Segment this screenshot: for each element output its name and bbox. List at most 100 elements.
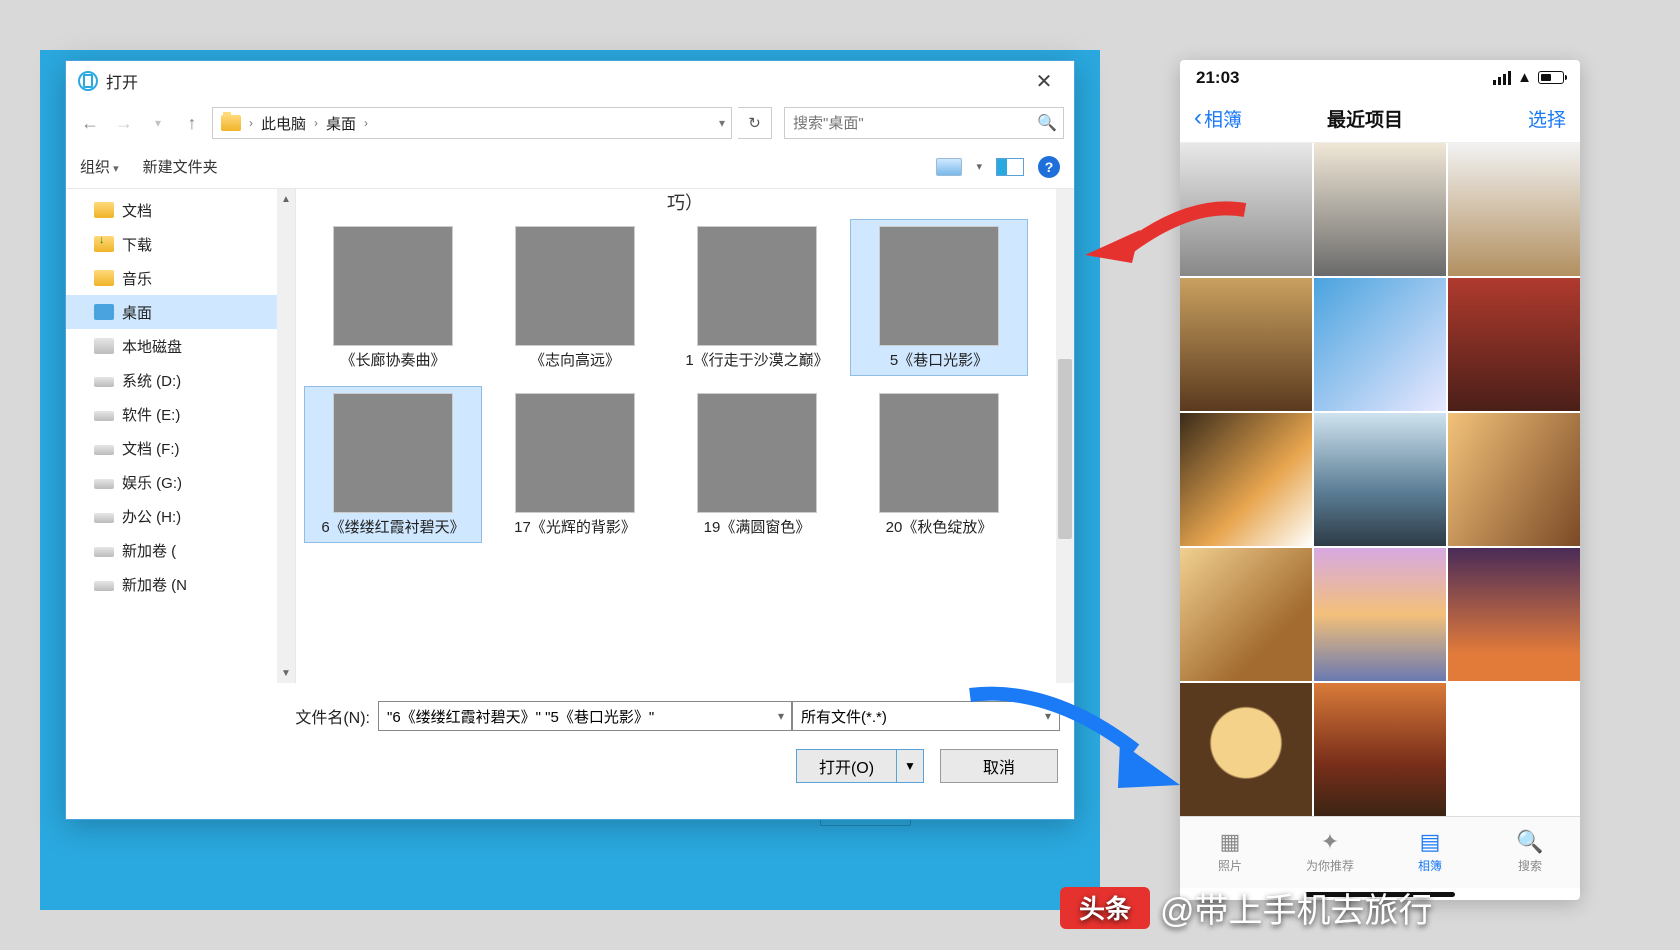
up-icon[interactable]: ↑ [178, 109, 206, 137]
thumbnail-image [697, 393, 817, 513]
drive-icon [94, 547, 114, 557]
photo-thumb[interactable] [1314, 278, 1446, 411]
sidebar-item[interactable]: 娱乐 (G:) [66, 465, 295, 499]
photo-thumb[interactable] [1180, 413, 1312, 546]
sidebar-item-label: 娱乐 (G:) [122, 472, 182, 493]
content-scrollbar[interactable] [1056, 189, 1074, 683]
photo-thumb[interactable] [1314, 413, 1446, 546]
file-thumbnail[interactable]: 《志向高远》 [486, 219, 664, 376]
breadcrumb[interactable]: › 此电脑 › 桌面 › ▾ [212, 107, 732, 139]
photo-thumb[interactable] [1180, 278, 1312, 411]
drive-icon [94, 270, 114, 286]
sidebar-scrollbar[interactable]: ▲ ▼ [277, 189, 295, 683]
file-grid: 巧） 《长廊协奏曲》《志向高远》1《行走于沙漠之巅》5《巷口光影》 6《缕缕红霞衬… [296, 189, 1074, 683]
photo-thumb[interactable] [1180, 143, 1312, 276]
phone-navbar: ‹ 相簿 最近项目 选择 [1180, 95, 1580, 142]
file-thumbnail[interactable]: 17《光辉的背影》 [486, 386, 664, 543]
dialog-title: 打开 [106, 69, 138, 93]
phone-photo-grid[interactable] [1180, 143, 1580, 816]
search-box[interactable]: 🔍 [784, 107, 1064, 139]
filename-input[interactable] [378, 701, 792, 731]
open-dropdown-icon[interactable]: ▼ [896, 749, 924, 783]
search-input[interactable] [785, 115, 1031, 132]
sidebar-item[interactable]: 文档 (F:) [66, 431, 295, 465]
sidebar-item[interactable]: 办公 (H:) [66, 499, 295, 533]
sidebar-item-label: 文档 (F:) [122, 438, 180, 459]
photo-thumb[interactable] [1314, 143, 1446, 276]
photo-thumb[interactable] [1314, 683, 1446, 816]
sidebar-item-label: 系统 (D:) [122, 370, 181, 391]
cancel-button[interactable]: 取消 [940, 749, 1058, 783]
refresh-icon[interactable]: ↻ [738, 107, 772, 139]
sidebar-item-label: 新加卷 ( [122, 540, 176, 561]
watermark-text: @带上手机去旅行 [1160, 883, 1433, 932]
sidebar-item[interactable]: 下载 [66, 227, 295, 261]
sidebar-item-label: 音乐 [122, 268, 152, 289]
phone-select-button[interactable]: 选择 [1528, 105, 1566, 132]
photo-thumb[interactable] [1448, 548, 1580, 681]
phone-tab-item[interactable]: ▦照片 [1180, 817, 1280, 889]
drive-icon [94, 304, 114, 320]
phone-tab-item[interactable]: ✦为你推荐 [1280, 817, 1380, 889]
photo-thumb[interactable] [1448, 143, 1580, 276]
file-open-dialog: 打开 ✕ ← → ▾ ↑ › 此电脑 › 桌面 › ▾ ↻ 🔍 [65, 60, 1075, 820]
signal-icon [1493, 71, 1511, 85]
sidebar-item[interactable]: 系统 (D:) [66, 363, 295, 397]
file-thumbnail[interactable]: 6《缕缕红霞衬碧天》 [304, 386, 482, 543]
chevron-down-icon[interactable]: ▾ [976, 160, 982, 173]
sidebar-item[interactable]: 新加卷 ( [66, 533, 295, 567]
tab-icon: ▤ [1416, 830, 1444, 854]
sidebar-item-label: 本地磁盘 [122, 336, 182, 357]
sidebar-item[interactable]: 本地磁盘 [66, 329, 295, 363]
close-icon[interactable]: ✕ [1020, 65, 1068, 97]
crumb-1[interactable]: 桌面 [320, 113, 362, 134]
drive-icon [94, 377, 114, 387]
sidebar-item[interactable]: 软件 (E:) [66, 397, 295, 431]
sidebar-item[interactable]: 桌面 [66, 295, 295, 329]
sidebar-item[interactable]: 新加卷 (N [66, 567, 295, 601]
chevron-down-icon[interactable]: ▾ [717, 116, 727, 130]
sidebar-item-label: 办公 (H:) [122, 506, 181, 527]
file-thumbnail[interactable]: 《长廊协奏曲》 [304, 219, 482, 376]
sidebar-item-label: 文档 [122, 200, 152, 221]
preview-pane-icon[interactable] [996, 158, 1024, 176]
phone-tab-item[interactable]: ▤相簿 [1380, 817, 1480, 889]
crumb-0[interactable]: 此电脑 [255, 113, 312, 134]
scroll-up-icon[interactable]: ▲ [277, 189, 295, 209]
back-icon[interactable]: ← [76, 109, 104, 137]
photo-thumb[interactable] [1448, 278, 1580, 411]
scroll-down-icon[interactable]: ▼ [277, 663, 295, 683]
dialog-icon [78, 71, 98, 91]
open-button[interactable]: 打开(O) [796, 749, 896, 783]
thumbnail-label: 19《满圆窗色》 [673, 519, 841, 538]
file-thumbnail[interactable]: 20《秋色绽放》 [850, 386, 1028, 543]
folder-name-fragment: 巧） [296, 189, 1074, 219]
chevron-down-icon[interactable]: ▾ [778, 709, 784, 723]
help-icon[interactable]: ? [1038, 156, 1060, 178]
file-thumbnail[interactable]: 1《行走于沙漠之巅》 [668, 219, 846, 376]
photo-thumb[interactable] [1180, 548, 1312, 681]
toolbar: 组织 新建文件夹 ▾ ? [66, 145, 1074, 189]
thumbnail-label: 17《光辉的背影》 [491, 519, 659, 538]
organize-menu[interactable]: 组织 [80, 156, 119, 177]
file-type-filter[interactable]: 所有文件(*.*) ▾ [792, 701, 1060, 731]
sidebar-item[interactable]: 文档 [66, 193, 295, 227]
view-icon[interactable] [936, 158, 962, 176]
thumbnail-image [879, 393, 999, 513]
photo-thumb[interactable] [1180, 683, 1312, 816]
drive-icon [94, 236, 114, 252]
thumbnail-image [333, 393, 453, 513]
sidebar-item-label: 新加卷 (N [122, 574, 187, 595]
file-thumbnail[interactable]: 19《满圆窗色》 [668, 386, 846, 543]
thumbnail-image [515, 226, 635, 346]
photo-thumb[interactable] [1314, 548, 1446, 681]
search-icon[interactable]: 🔍 [1031, 108, 1063, 138]
phone-tab-item[interactable]: 🔍搜索 [1480, 817, 1580, 889]
scrollbar-thumb[interactable] [1058, 359, 1072, 539]
filter-value: 所有文件(*.*) [801, 706, 887, 727]
file-thumbnail[interactable]: 5《巷口光影》 [850, 219, 1028, 376]
photo-thumb[interactable] [1448, 413, 1580, 546]
recent-icon[interactable]: ▾ [144, 109, 172, 137]
new-folder-button[interactable]: 新建文件夹 [143, 156, 218, 177]
sidebar-item[interactable]: 音乐 [66, 261, 295, 295]
